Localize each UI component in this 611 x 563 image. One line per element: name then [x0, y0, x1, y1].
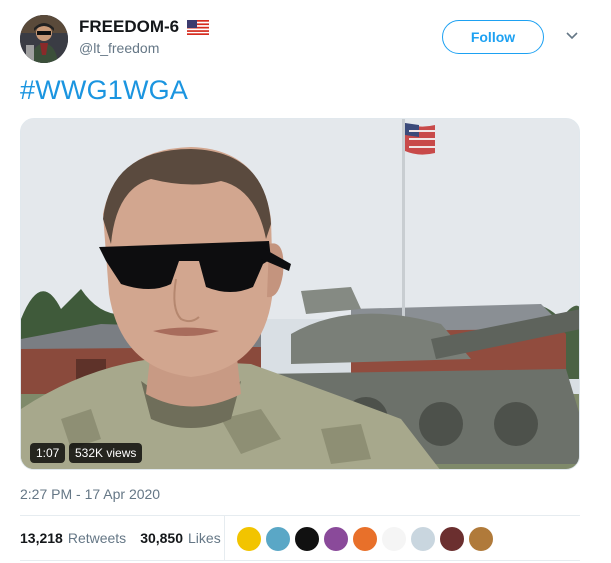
liker-avatar-2[interactable] [265, 526, 291, 552]
liker-avatar-4[interactable] [323, 526, 349, 552]
liker-avatar-1[interactable] [236, 526, 262, 552]
tweet-card: FREEDOM-6 @lt_freedom Follow #WWG1WGA 1:… [0, 0, 611, 563]
avatar-image [20, 15, 68, 63]
video-player[interactable]: 1:07 532K views [20, 118, 580, 470]
liker-avatar-8[interactable] [439, 526, 465, 552]
stats-divider [224, 515, 225, 560]
video-thumbnail [21, 119, 579, 469]
liker-avatar-6[interactable] [381, 526, 407, 552]
tweet-hashtag[interactable]: #WWG1WGA [20, 75, 188, 106]
tweet-stats: 13,218 Retweets 30,850 Likes [20, 530, 221, 546]
likes-label: Likes [188, 530, 221, 546]
liker-avatar-7[interactable] [410, 526, 436, 552]
likes-count: 30,850 [140, 530, 184, 546]
divider-bottom [20, 560, 580, 561]
divider-top [20, 515, 580, 516]
tweet-timestamp[interactable]: 2:27 PM - 17 Apr 2020 [20, 486, 160, 502]
video-views-badge: 532K views [69, 443, 143, 463]
user-handle[interactable]: @lt_freedom [79, 40, 159, 56]
follow-button[interactable]: Follow [442, 20, 544, 54]
likes-stat[interactable]: 30,850 Likes [140, 530, 221, 546]
retweets-stat[interactable]: 13,218 Retweets [20, 530, 126, 546]
display-name-row: FREEDOM-6 [79, 17, 210, 37]
video-duration-badge: 1:07 [30, 443, 66, 463]
user-avatar[interactable] [20, 15, 68, 63]
display-name[interactable]: FREEDOM-6 [79, 17, 179, 37]
retweets-count: 13,218 [20, 530, 63, 546]
retweets-label: Retweets [67, 530, 127, 546]
us-flag-icon [187, 19, 210, 35]
chevron-down-icon[interactable] [565, 31, 579, 41]
liker-avatar-9[interactable] [468, 526, 494, 552]
liker-avatar-5[interactable] [352, 526, 378, 552]
liker-avatar-3[interactable] [294, 526, 320, 552]
